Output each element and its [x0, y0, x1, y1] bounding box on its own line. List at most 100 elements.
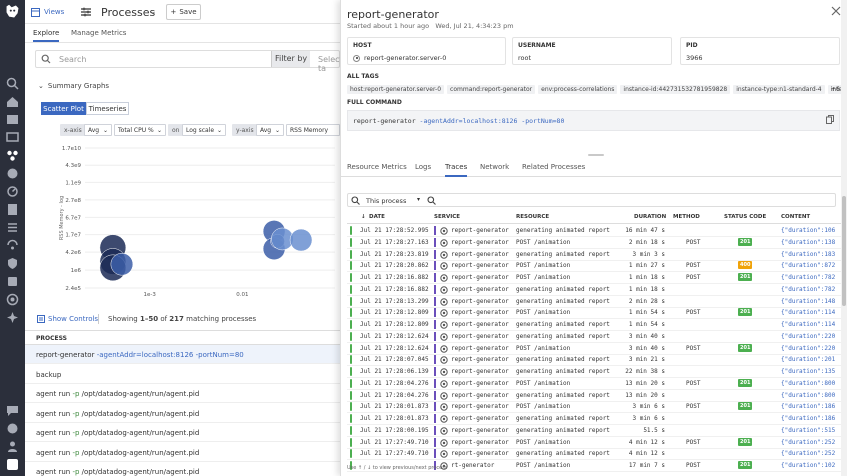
col-duration[interactable]: DURATION — [634, 214, 666, 220]
trace-row[interactable]: Jul 21 17:28:04.276 report-generator POST … — [347, 378, 842, 390]
network-icon[interactable] — [6, 239, 19, 252]
process-row[interactable]: agent run -p /opt/datadog-agent/run/agen… — [25, 384, 340, 403]
tag-chip[interactable]: instance-id:442731532781959828 — [620, 85, 731, 94]
y-metric-select[interactable]: RSS Memory — [286, 124, 340, 136]
col-method[interactable]: METHOD — [673, 214, 700, 220]
views-button[interactable]: Views — [31, 0, 64, 24]
tab-manage-metrics[interactable]: Manage Metrics — [71, 29, 126, 37]
col-content[interactable]: CONTENT — [781, 214, 810, 220]
ci-icon[interactable] — [6, 293, 19, 306]
tab-logs[interactable]: Logs — [415, 163, 431, 171]
scatter-plot-toggle[interactable]: Scatter Plot — [41, 102, 86, 115]
trace-row[interactable]: Jul 21 17:28:20.862 report-generator POST … — [347, 260, 842, 273]
search-bar[interactable]: Search Filter by Select ta — [35, 50, 340, 73]
help-center-icon[interactable] — [6, 422, 19, 435]
trace-row[interactable]: Jul 21 17:28:12.809 report-generator gener… — [347, 319, 842, 331]
tab-traces[interactable]: Traces — [445, 163, 468, 177]
tab-explore[interactable]: Explore — [33, 29, 60, 42]
trace-row[interactable]: Jul 21 17:28:00.195 report-generator gener… — [347, 425, 842, 437]
process-row[interactable]: agent run -p /opt/datadog-agent/run/agen… — [25, 462, 340, 476]
trace-row[interactable]: Jul 21 17:28:23.819 report-generator gener… — [347, 249, 842, 261]
dashboard-icon[interactable] — [6, 113, 19, 126]
trace-row[interactable]: Jul 21 17:28:12.809 report-generator POST … — [347, 307, 842, 320]
x-agg-select[interactable]: Avg ⌄ — [84, 124, 112, 136]
datadog-logo-icon[interactable] — [4, 3, 21, 20]
scale-select[interactable]: Log scale ⌄ — [182, 124, 226, 136]
scrollbar[interactable] — [841, 0, 847, 476]
trace-row[interactable]: Jul 21 17:28:27.163 report-generator POST … — [347, 237, 842, 249]
monitors-icon[interactable] — [6, 131, 19, 144]
tab-resource-metrics[interactable]: Resource Metrics — [347, 163, 407, 171]
user-avatar-icon[interactable] — [6, 458, 19, 471]
x-metric-select[interactable]: Total CPU % ⌄ — [114, 124, 166, 136]
trace-row[interactable]: Jul 21 17:28:01.873 report-generator POST … — [347, 401, 842, 414]
col-date[interactable]: DATE — [369, 214, 385, 220]
chat-icon[interactable] — [6, 404, 19, 417]
y-agg-select[interactable]: Avg ⌄ — [256, 124, 284, 136]
processes-icon — [81, 7, 91, 17]
logs-icon[interactable] — [6, 221, 19, 234]
tag-chip[interactable]: instance-type:n1-standard-4 — [733, 85, 825, 94]
tag-select-input[interactable]: Select ta — [318, 55, 340, 73]
process-column-header[interactable]: PROCESS — [25, 330, 340, 345]
trace-row[interactable]: Jul 21 17:28:07.045 report-generator gener… — [347, 354, 842, 367]
integrations-icon[interactable] — [6, 311, 19, 324]
col-status[interactable]: STATUS CODE — [724, 214, 766, 220]
summary-graphs-toggle[interactable]: ⌄ Summary Graphs — [38, 82, 109, 90]
status-code-badge: 400 — [738, 261, 753, 270]
trace-row[interactable]: Jul 21 17:27:49.710 report-generator gener… — [347, 448, 842, 461]
trace-row[interactable]: Jul 21 17:28:12.624 report-generator gener… — [347, 331, 842, 343]
traces-table-header: ↓ DATE SERVICE RESOURCE DURATION METHOD … — [347, 211, 842, 224]
team-icon[interactable] — [6, 440, 19, 453]
title-chevron-down-icon[interactable]: ⌄ — [149, 0, 157, 24]
process-row[interactable]: report-generator -agentAddr=localhost:81… — [25, 345, 340, 364]
status-bar — [350, 284, 352, 294]
copy-icon[interactable] — [826, 115, 834, 124]
trace-row[interactable]: Jul 21 17:28:16.882 report-generator POST … — [347, 272, 842, 284]
more-tags-link[interactable]: +6 — [831, 86, 840, 93]
process-row[interactable]: agent run -p /opt/datadog-agent/run/agen… — [25, 443, 340, 462]
show-controls-button[interactable]: Show Controls — [37, 315, 98, 323]
col-resource[interactable]: RESOURCE — [516, 214, 549, 220]
host-radio-icon[interactable] — [353, 54, 360, 62]
tag-chip[interactable]: env:process-correlations — [538, 85, 618, 94]
trace-row[interactable]: Jul 21 17:27:49.710 report-generator POST … — [347, 437, 842, 449]
host-value[interactable]: report-generator.server-0 — [364, 54, 446, 62]
trace-row[interactable]: Jul 21 17:28:13.299 report-generator gener… — [347, 296, 842, 308]
tab-related-processes[interactable]: Related Processes — [522, 163, 585, 171]
timeseries-toggle[interactable]: Timeseries — [86, 102, 129, 115]
scatter-point[interactable] — [289, 228, 313, 252]
infrastructure-icon[interactable] — [6, 149, 19, 162]
help-icon[interactable] — [6, 167, 19, 180]
trace-row[interactable]: Jul 21 17:28:01.873 report-generator gener… — [347, 413, 842, 425]
ux-monitoring-icon[interactable] — [6, 275, 19, 288]
security-icon[interactable] — [6, 257, 19, 270]
tag-chip[interactable]: command:report-generator — [447, 85, 536, 94]
trace-row[interactable]: Jul 21 17:28:06.139 report-generator gener… — [347, 366, 842, 378]
scrollbar-thumb[interactable] — [842, 196, 846, 306]
trace-search-bar[interactable]: This process ▾ — [347, 193, 836, 207]
tab-network[interactable]: Network — [480, 163, 509, 171]
resize-handle[interactable] — [588, 154, 604, 156]
scope-select[interactable]: This process — [366, 197, 406, 205]
search-icon[interactable] — [6, 77, 19, 90]
scatter-point[interactable] — [110, 252, 134, 276]
col-service[interactable]: SERVICE — [434, 214, 460, 220]
search-input[interactable]: Search — [59, 55, 86, 64]
save-button[interactable]: + Save — [166, 4, 201, 20]
close-icon[interactable] — [831, 6, 841, 16]
trace-row[interactable]: Jul 21 17:28:04.276 report-generator gener… — [347, 390, 842, 402]
trace-row[interactable]: Jul 21 17:28:16.882 report-generator gener… — [347, 284, 842, 296]
trace-content: {"duration":186 — [781, 403, 836, 411]
notebooks-icon[interactable] — [6, 203, 19, 216]
trace-row[interactable]: Jul 21 17:28:52.995 report-generator gener… — [347, 225, 842, 237]
apm-icon[interactable] — [6, 185, 19, 198]
chevron-down-icon[interactable]: ▾ — [417, 196, 420, 203]
process-row[interactable]: agent run -p /opt/datadog-agent/run/agen… — [25, 404, 340, 423]
trace-row[interactable]: Jul 21 17:28:12.624 report-generator POST … — [347, 343, 842, 355]
process-row[interactable]: agent run -p /opt/datadog-agent/run/agen… — [25, 423, 340, 442]
home-icon[interactable] — [6, 95, 19, 108]
process-row[interactable]: backup — [25, 365, 340, 384]
sort-arrow-icon[interactable]: ↓ — [361, 214, 366, 220]
tag-chip[interactable]: host:report-generator.server-0 — [347, 85, 445, 94]
